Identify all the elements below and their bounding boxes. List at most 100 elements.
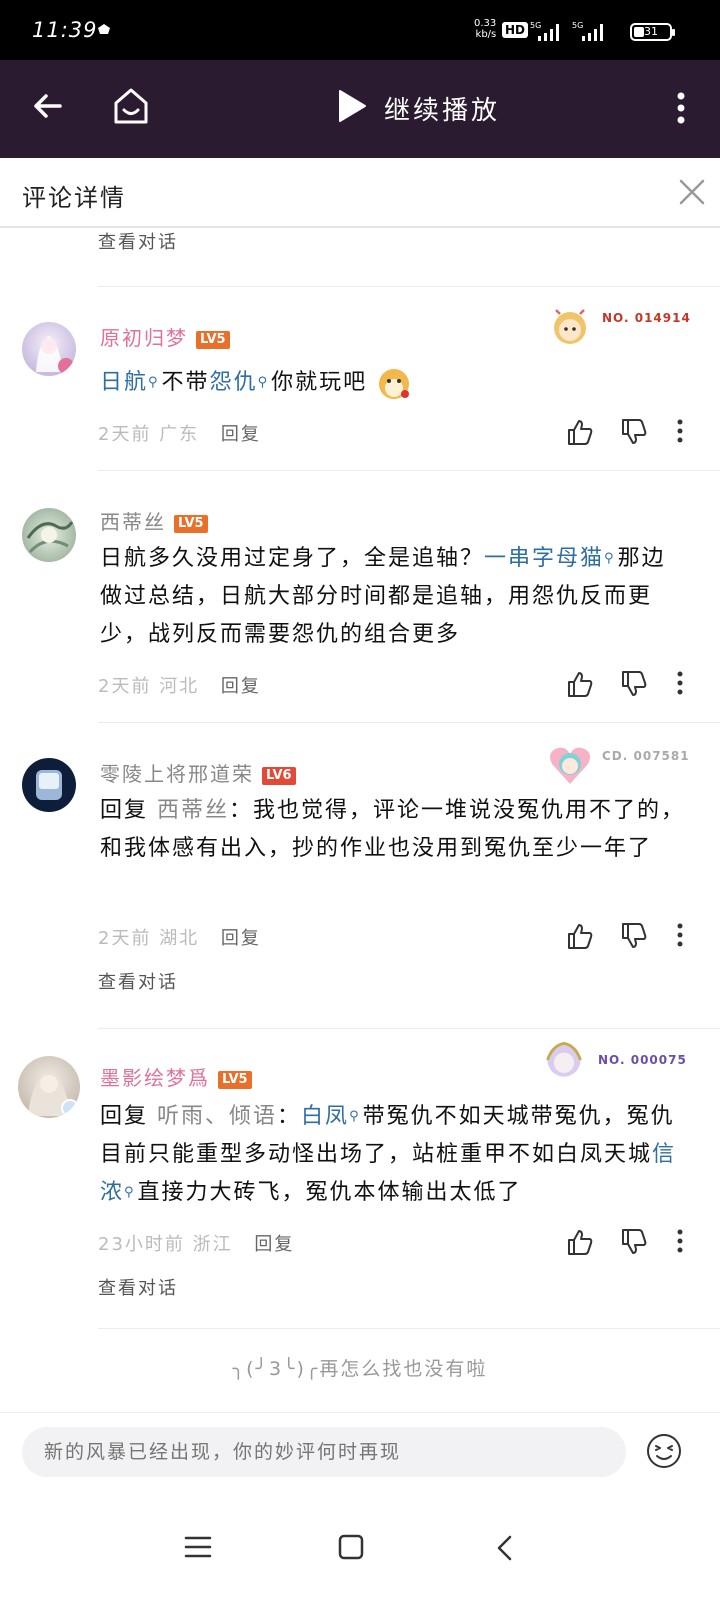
comment-text-part: 你就玩吧 [271, 370, 368, 395]
home-icon[interactable] [112, 86, 150, 126]
like-icon[interactable] [566, 418, 594, 446]
back-chevron-icon[interactable] [494, 1534, 514, 1562]
fan-badge-icon [546, 1041, 582, 1077]
system-nav-bar [0, 1504, 720, 1600]
dislike-icon[interactable] [620, 1228, 648, 1256]
avatar-image [28, 1072, 79, 1117]
avatar[interactable] [22, 322, 76, 376]
comment-meta: 23小时前 浙江 回复 [98, 1230, 294, 1256]
username-text[interactable]: 墨影绘梦爲 [100, 1066, 210, 1090]
like-icon[interactable] [566, 1228, 594, 1256]
dislike-icon[interactable] [620, 418, 648, 446]
keyword-link[interactable]: 怨仇 [210, 370, 258, 395]
battery-level: 31 [644, 25, 658, 38]
reply-button[interactable]: 回复 [221, 424, 261, 445]
dislike-icon[interactable] [620, 922, 648, 950]
menu-icon[interactable] [184, 1534, 212, 1560]
comment-text-part: ： [277, 1104, 302, 1129]
avatar[interactable] [22, 758, 76, 812]
top-bar: 继续播放 [0, 60, 720, 158]
username[interactable]: 墨影绘梦爲 LV5 [100, 1062, 252, 1091]
reply-prefix: 回复 [100, 798, 149, 823]
close-icon[interactable] [678, 178, 706, 206]
net-speed-value: 0.33 [474, 18, 497, 29]
username-text[interactable]: 西蒂丝 [100, 510, 166, 534]
comment-time: 23小时前 [98, 1234, 185, 1255]
username[interactable]: 零陵上将邢道荣 LV6 [100, 758, 296, 787]
more-options-icon[interactable] [676, 418, 684, 444]
level-badge: LV5 [218, 1070, 252, 1089]
reply-button[interactable]: 回复 [221, 676, 261, 697]
emoji-icon[interactable] [646, 1433, 682, 1469]
avatar-image [36, 336, 74, 374]
avatar[interactable] [22, 508, 76, 562]
comment-actions [566, 1228, 696, 1258]
comment-time: 2天前 [98, 424, 152, 445]
svg-text:5G: 5G [530, 21, 541, 30]
search-icon: ⚲ [604, 551, 616, 566]
keyword-link[interactable]: 白凤 [301, 1104, 349, 1129]
more-icon[interactable] [676, 92, 686, 124]
avatar-image [36, 770, 62, 800]
comment-meta: 2天前 河北 回复 [98, 672, 261, 698]
hd-badge: HD [502, 22, 529, 38]
more-options-icon[interactable] [676, 922, 684, 948]
divider [98, 722, 720, 723]
back-arrow-icon[interactable] [30, 88, 66, 124]
comment-region: 浙江 [192, 1234, 233, 1255]
play-icon[interactable] [336, 88, 368, 124]
net-speed-unit: kb/s [475, 29, 497, 40]
more-options-icon[interactable] [676, 670, 684, 696]
comment-region: 湖北 [159, 928, 200, 949]
reply-target-name[interactable]: 听雨、倾语 [157, 1104, 277, 1129]
fan-badge-number: NO. 000075 [598, 1053, 687, 1067]
comment-text-part: 直接力大砖飞，冤仇本体输出太低了 [137, 1180, 522, 1205]
fan-badge-number: CD. 007581 [602, 749, 690, 763]
search-icon: ⚲ [148, 375, 160, 390]
signal-icon: 5G [530, 21, 559, 41]
end-of-list-tip: ╮(╯3╰)╭再怎么找也没有啦 [232, 1358, 488, 1380]
like-icon[interactable] [566, 670, 594, 698]
reply-button[interactable]: 回复 [254, 1234, 294, 1255]
status-time: 11:39 [32, 18, 98, 42]
more-options-icon[interactable] [676, 1228, 684, 1254]
comment-time: 2天前 [98, 928, 152, 949]
divider [98, 1028, 720, 1029]
comment-actions [566, 418, 696, 448]
avatar[interactable] [18, 1056, 80, 1118]
comment-input[interactable] [22, 1427, 626, 1477]
reply-button[interactable]: 回复 [221, 928, 261, 949]
fan-badge-icon [550, 747, 590, 784]
divider [98, 286, 720, 287]
signal-icon-2: 5G [572, 21, 603, 41]
status-bar: 11:39 0.33 kb/s HD 5G 5G 31 [0, 0, 720, 60]
svg-text:5G: 5G [572, 21, 583, 30]
comment-actions [566, 922, 696, 952]
home-square-icon[interactable] [338, 1534, 364, 1560]
search-icon: ⚲ [124, 1185, 136, 1200]
mention-link[interactable]: 一串字母猫 [484, 546, 604, 571]
comment-text: 回复 听雨、倾语：白凤⚲带冤仇不如天城带冤仇，冤仇目前只能重型多动怪出场了，站桩… [100, 1098, 688, 1212]
view-dialog-link[interactable]: 查看对话 [98, 1274, 178, 1300]
view-dialog-link[interactable]: 查看对话 [98, 228, 178, 254]
notification-icon [98, 24, 110, 34]
comment-text-part: 不带 [161, 370, 210, 395]
continue-playing-button[interactable]: 继续播放 [384, 90, 500, 127]
reply-target-name[interactable]: 西蒂丝 [157, 798, 229, 823]
avatar-image [26, 521, 74, 554]
like-icon[interactable] [566, 922, 594, 950]
view-dialog-link[interactable]: 查看对话 [98, 968, 178, 994]
comment-detail-header: 评论详情 [0, 158, 720, 228]
username[interactable]: 原初归梦 LV5 [100, 322, 230, 351]
divider [98, 1328, 720, 1329]
page-title: 评论详情 [22, 184, 126, 212]
keyword-link[interactable]: 日航 [100, 370, 148, 395]
dislike-icon[interactable] [620, 670, 648, 698]
username[interactable]: 西蒂丝 LV5 [100, 506, 208, 535]
comment-input-bar [0, 1412, 720, 1504]
comment-meta: 2天前 广东 回复 [98, 420, 261, 446]
net-speed: 0.33 kb/s [474, 18, 496, 40]
comment-text-part: 日航多久没用过定身了，全是追轴？ [100, 546, 485, 571]
username-text[interactable]: 零陵上将邢道荣 [100, 762, 254, 786]
username-text[interactable]: 原初归梦 [100, 326, 188, 350]
